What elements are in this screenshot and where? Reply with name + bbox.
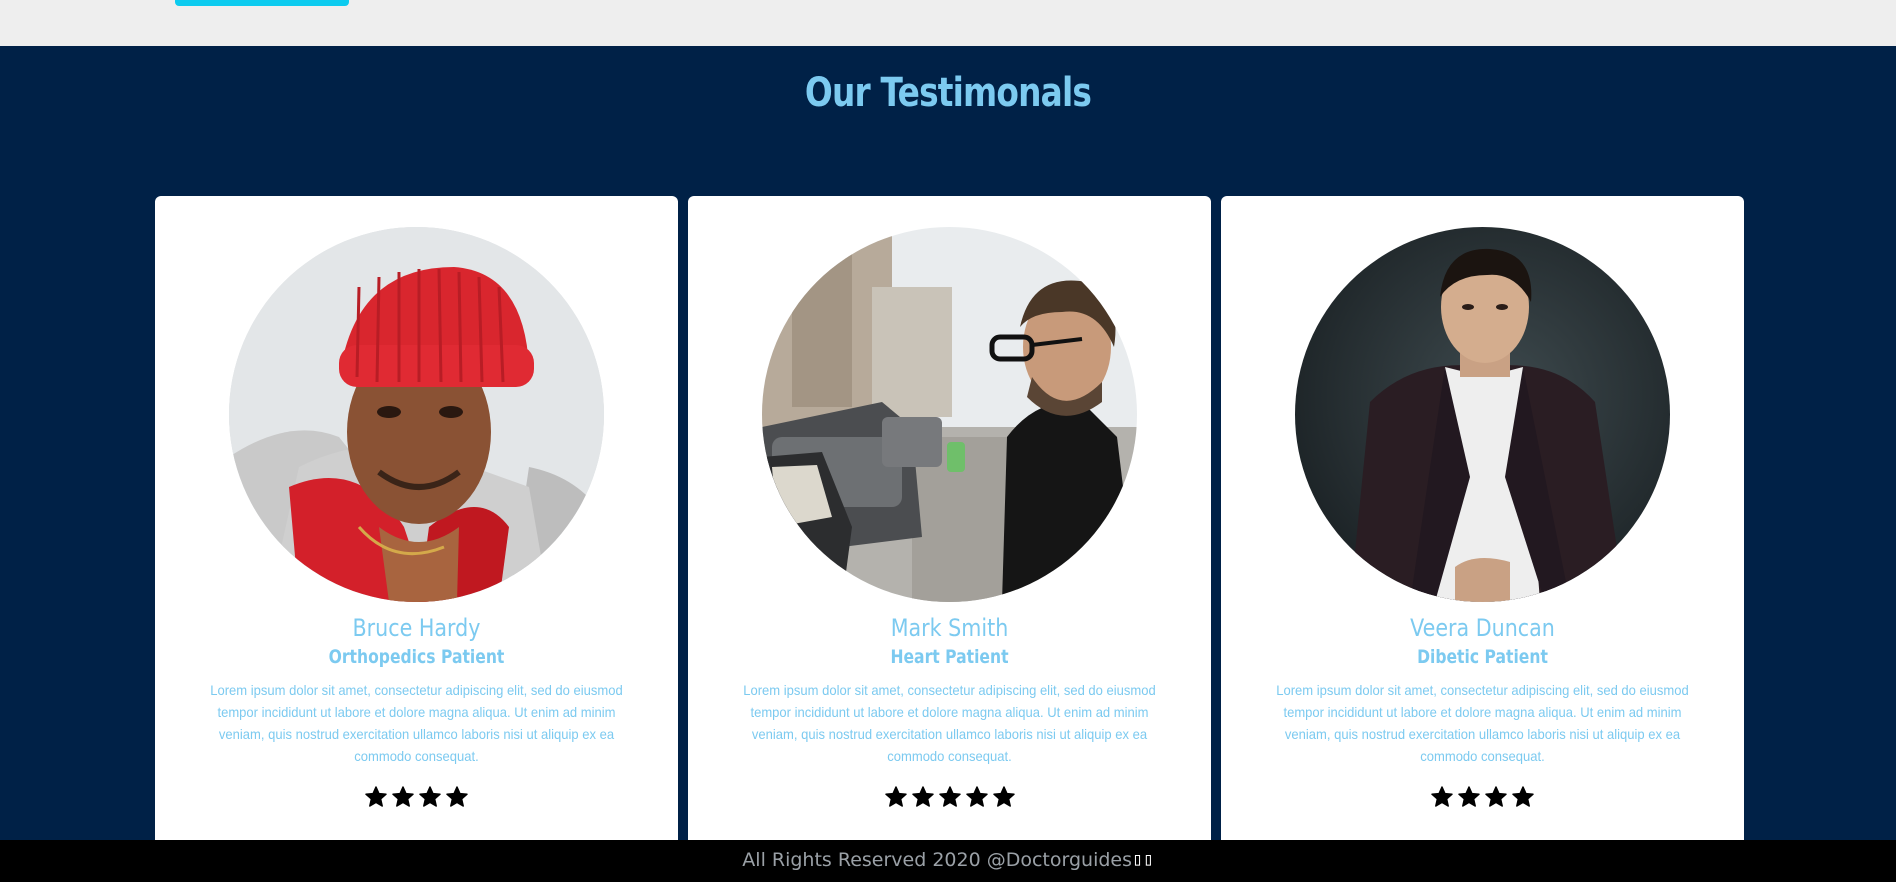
footer-glyphs: ▯▯ [1132, 849, 1154, 870]
star-icon [392, 786, 414, 808]
testimonial-text: Lorem ipsum dolor sit amet, consectetur … [210, 682, 623, 764]
rating-stars [688, 786, 1211, 814]
testimonial-card: Mark Smith Heart Patient Lorem ipsum dol… [688, 196, 1211, 850]
avatar [229, 227, 604, 602]
avatar [1295, 227, 1670, 602]
patient-role: Dibetic Patient [1417, 646, 1548, 668]
testimonials-section: Our Testimonals Bruce Hardy Orthopedics … [0, 46, 1896, 850]
testimonial-card: Veera Duncan Dibetic Patient Lorem ipsum… [1221, 196, 1744, 850]
patient-name: Mark Smith [890, 614, 1009, 642]
footer: All Rights Reserved 2020 @Doctorguides▯▯ [0, 840, 1896, 882]
patient-name: Bruce Hardy [352, 614, 481, 642]
footer-copyright: All Rights Reserved 2020 @Doctorguides [742, 849, 1133, 871]
star-icon [1485, 786, 1507, 808]
star-icon [1458, 786, 1480, 808]
star-icon [938, 786, 961, 808]
testimonial-card: Bruce Hardy Orthopedics Patient Lorem ip… [155, 196, 678, 850]
avatar [762, 227, 1137, 602]
rating-stars [155, 786, 678, 814]
top-bar [0, 0, 1896, 46]
patient-role: Orthopedics Patient [328, 646, 505, 668]
patient-role: Heart Patient [890, 646, 1009, 668]
section-title: Our Testimonals [804, 70, 1092, 116]
star-icon [911, 786, 934, 808]
rating-stars [1221, 786, 1744, 814]
star-icon [884, 786, 907, 808]
testimonial-text: Lorem ipsum dolor sit amet, consectetur … [743, 682, 1156, 764]
header-button[interactable] [175, 0, 349, 6]
star-icon [965, 786, 988, 808]
patient-name: Veera Duncan [1410, 614, 1555, 642]
star-icon [365, 786, 387, 808]
star-icon [419, 786, 441, 808]
star-icon [446, 786, 468, 808]
star-icon [992, 786, 1015, 808]
star-icon [1512, 786, 1534, 808]
testimonial-text: Lorem ipsum dolor sit amet, consectetur … [1276, 682, 1689, 764]
star-icon [1431, 786, 1453, 808]
